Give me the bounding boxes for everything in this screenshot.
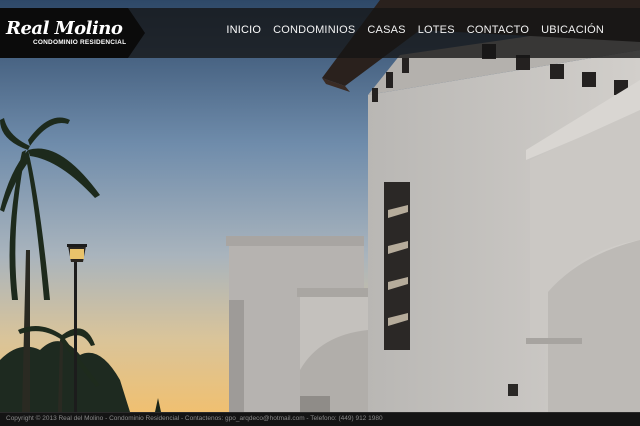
- logo-title: Real Molino: [6, 18, 123, 39]
- nav-item-ubicacion[interactable]: UBICACIÓN: [541, 24, 604, 36]
- tower: [322, 0, 640, 412]
- footer-copyright: Copyright © 2013 Real del Molino - Condo…: [6, 415, 383, 422]
- hero-image: [0, 0, 640, 412]
- hero-photo-illustration: [0, 0, 640, 412]
- nav-item-contacto[interactable]: CONTACTO: [467, 24, 529, 36]
- nav-item-lotes[interactable]: LOTES: [418, 24, 455, 36]
- nav-item-casas[interactable]: CASAS: [367, 24, 405, 36]
- nav-item-condominios[interactable]: CONDOMINIOS: [273, 24, 355, 36]
- logo-subtitle: CONDOMINIO RESIDENCIAL: [33, 39, 127, 46]
- building-left: [226, 236, 368, 412]
- main-menu: INICIO CONDOMINIOS CASAS LOTES CONTACTO …: [226, 24, 604, 36]
- footer: Copyright © 2013 Real del Molino - Condo…: [0, 412, 640, 426]
- nav-item-inicio[interactable]: INICIO: [226, 24, 261, 36]
- logo[interactable]: Real Molino CONDOMINIO RESIDENCIAL: [0, 8, 145, 58]
